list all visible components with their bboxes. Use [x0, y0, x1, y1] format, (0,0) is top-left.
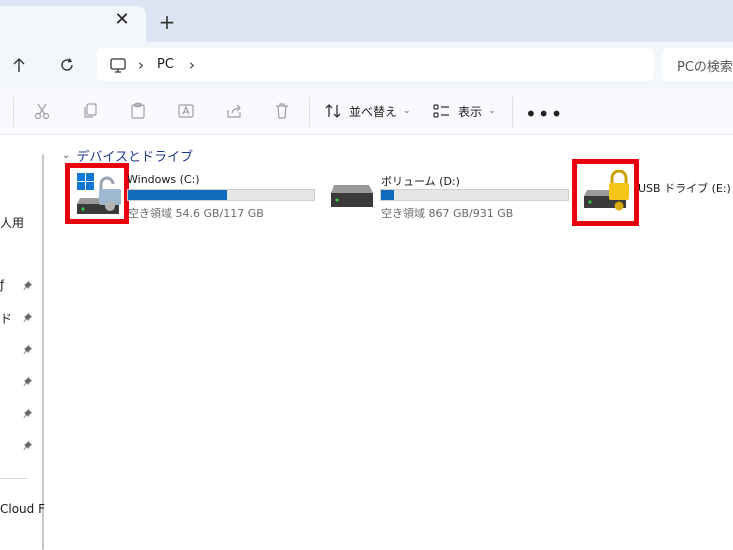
- breadcrumb-chevron[interactable]: ›: [138, 56, 144, 74]
- sidebar-item-personal[interactable]: 人用: [0, 214, 24, 231]
- drive-d-name: ボリューム (D:): [381, 175, 460, 188]
- address-bar[interactable]: › PC ›: [97, 48, 654, 81]
- pin-icon[interactable]: [21, 280, 33, 292]
- drive-d-free-space: 空き領域 867 GB/931 GB: [381, 207, 514, 220]
- drive-c-name: Windows (C:): [127, 173, 200, 186]
- breadcrumb-chevron-end[interactable]: ›: [189, 56, 195, 74]
- drive-d-hdd-icon: [331, 185, 373, 207]
- search-input[interactable]: PCの検索: [662, 48, 733, 81]
- drive-c-usage-bar: [127, 189, 315, 201]
- sidebar-item-1[interactable]: ƒ: [0, 278, 4, 292]
- share-icon[interactable]: [225, 102, 243, 120]
- sort-label: 並べ替え: [349, 104, 398, 119]
- sidebar-item-cloud[interactable]: Cloud F: [0, 502, 45, 516]
- highlight-box-drive-c: [65, 163, 129, 224]
- divider: [13, 97, 14, 127]
- copy-icon[interactable]: [81, 102, 99, 120]
- paste-icon[interactable]: [129, 102, 147, 120]
- drive-d-usage-fill: [381, 190, 395, 200]
- drive-c-free-space: 空き領域 54.6 GB/117 GB: [128, 207, 264, 220]
- view-icon: [433, 104, 449, 118]
- divider: [512, 97, 513, 127]
- command-bar: 並べ替え ⌄ 表示 ⌄: [0, 88, 733, 135]
- cut-icon[interactable]: [33, 102, 51, 120]
- drive-e-name: USB ドライブ (E:): [638, 182, 731, 195]
- refresh-button[interactable]: [54, 52, 80, 78]
- pin-icon[interactable]: [21, 408, 33, 420]
- breadcrumb-pc[interactable]: PC: [157, 57, 174, 72]
- drive-d-usage-bar: [380, 189, 569, 201]
- highlight-box-drive-e: [572, 159, 639, 226]
- sidebar-item-2[interactable]: ド: [0, 310, 12, 327]
- up-button[interactable]: [6, 52, 32, 78]
- chevron-down-icon: ⌄: [62, 150, 71, 161]
- rename-icon[interactable]: [177, 102, 195, 120]
- arrow-up-icon: [13, 58, 25, 72]
- computer-icon: [110, 57, 126, 73]
- chevron-down-icon: ⌄: [403, 106, 411, 116]
- tab-strip: ✕ +: [0, 0, 733, 42]
- pin-icon[interactable]: [21, 440, 33, 452]
- chevron-down-icon: ⌄: [488, 106, 496, 116]
- pin-icon[interactable]: [21, 312, 33, 324]
- view-label: 表示: [458, 104, 483, 119]
- sidebar-divider: [0, 478, 28, 479]
- sort-icon: [325, 104, 341, 118]
- refresh-icon: [61, 58, 73, 71]
- drive-c-usage-fill: [128, 190, 227, 200]
- more-options-button[interactable]: •••: [525, 102, 563, 126]
- sort-button[interactable]: 並べ替え ⌄: [324, 100, 411, 122]
- view-button[interactable]: 表示 ⌄: [433, 100, 496, 122]
- pin-icon[interactable]: [21, 376, 33, 388]
- new-tab-button[interactable]: +: [157, 12, 177, 32]
- pin-icon[interactable]: [21, 344, 33, 356]
- sidebar-scrollbar[interactable]: [42, 154, 44, 550]
- delete-icon[interactable]: [273, 102, 291, 120]
- divider: [309, 97, 310, 127]
- navigation-bar: › PC › PCの検索: [0, 42, 733, 88]
- tab-close-icon[interactable]: ✕: [114, 11, 130, 29]
